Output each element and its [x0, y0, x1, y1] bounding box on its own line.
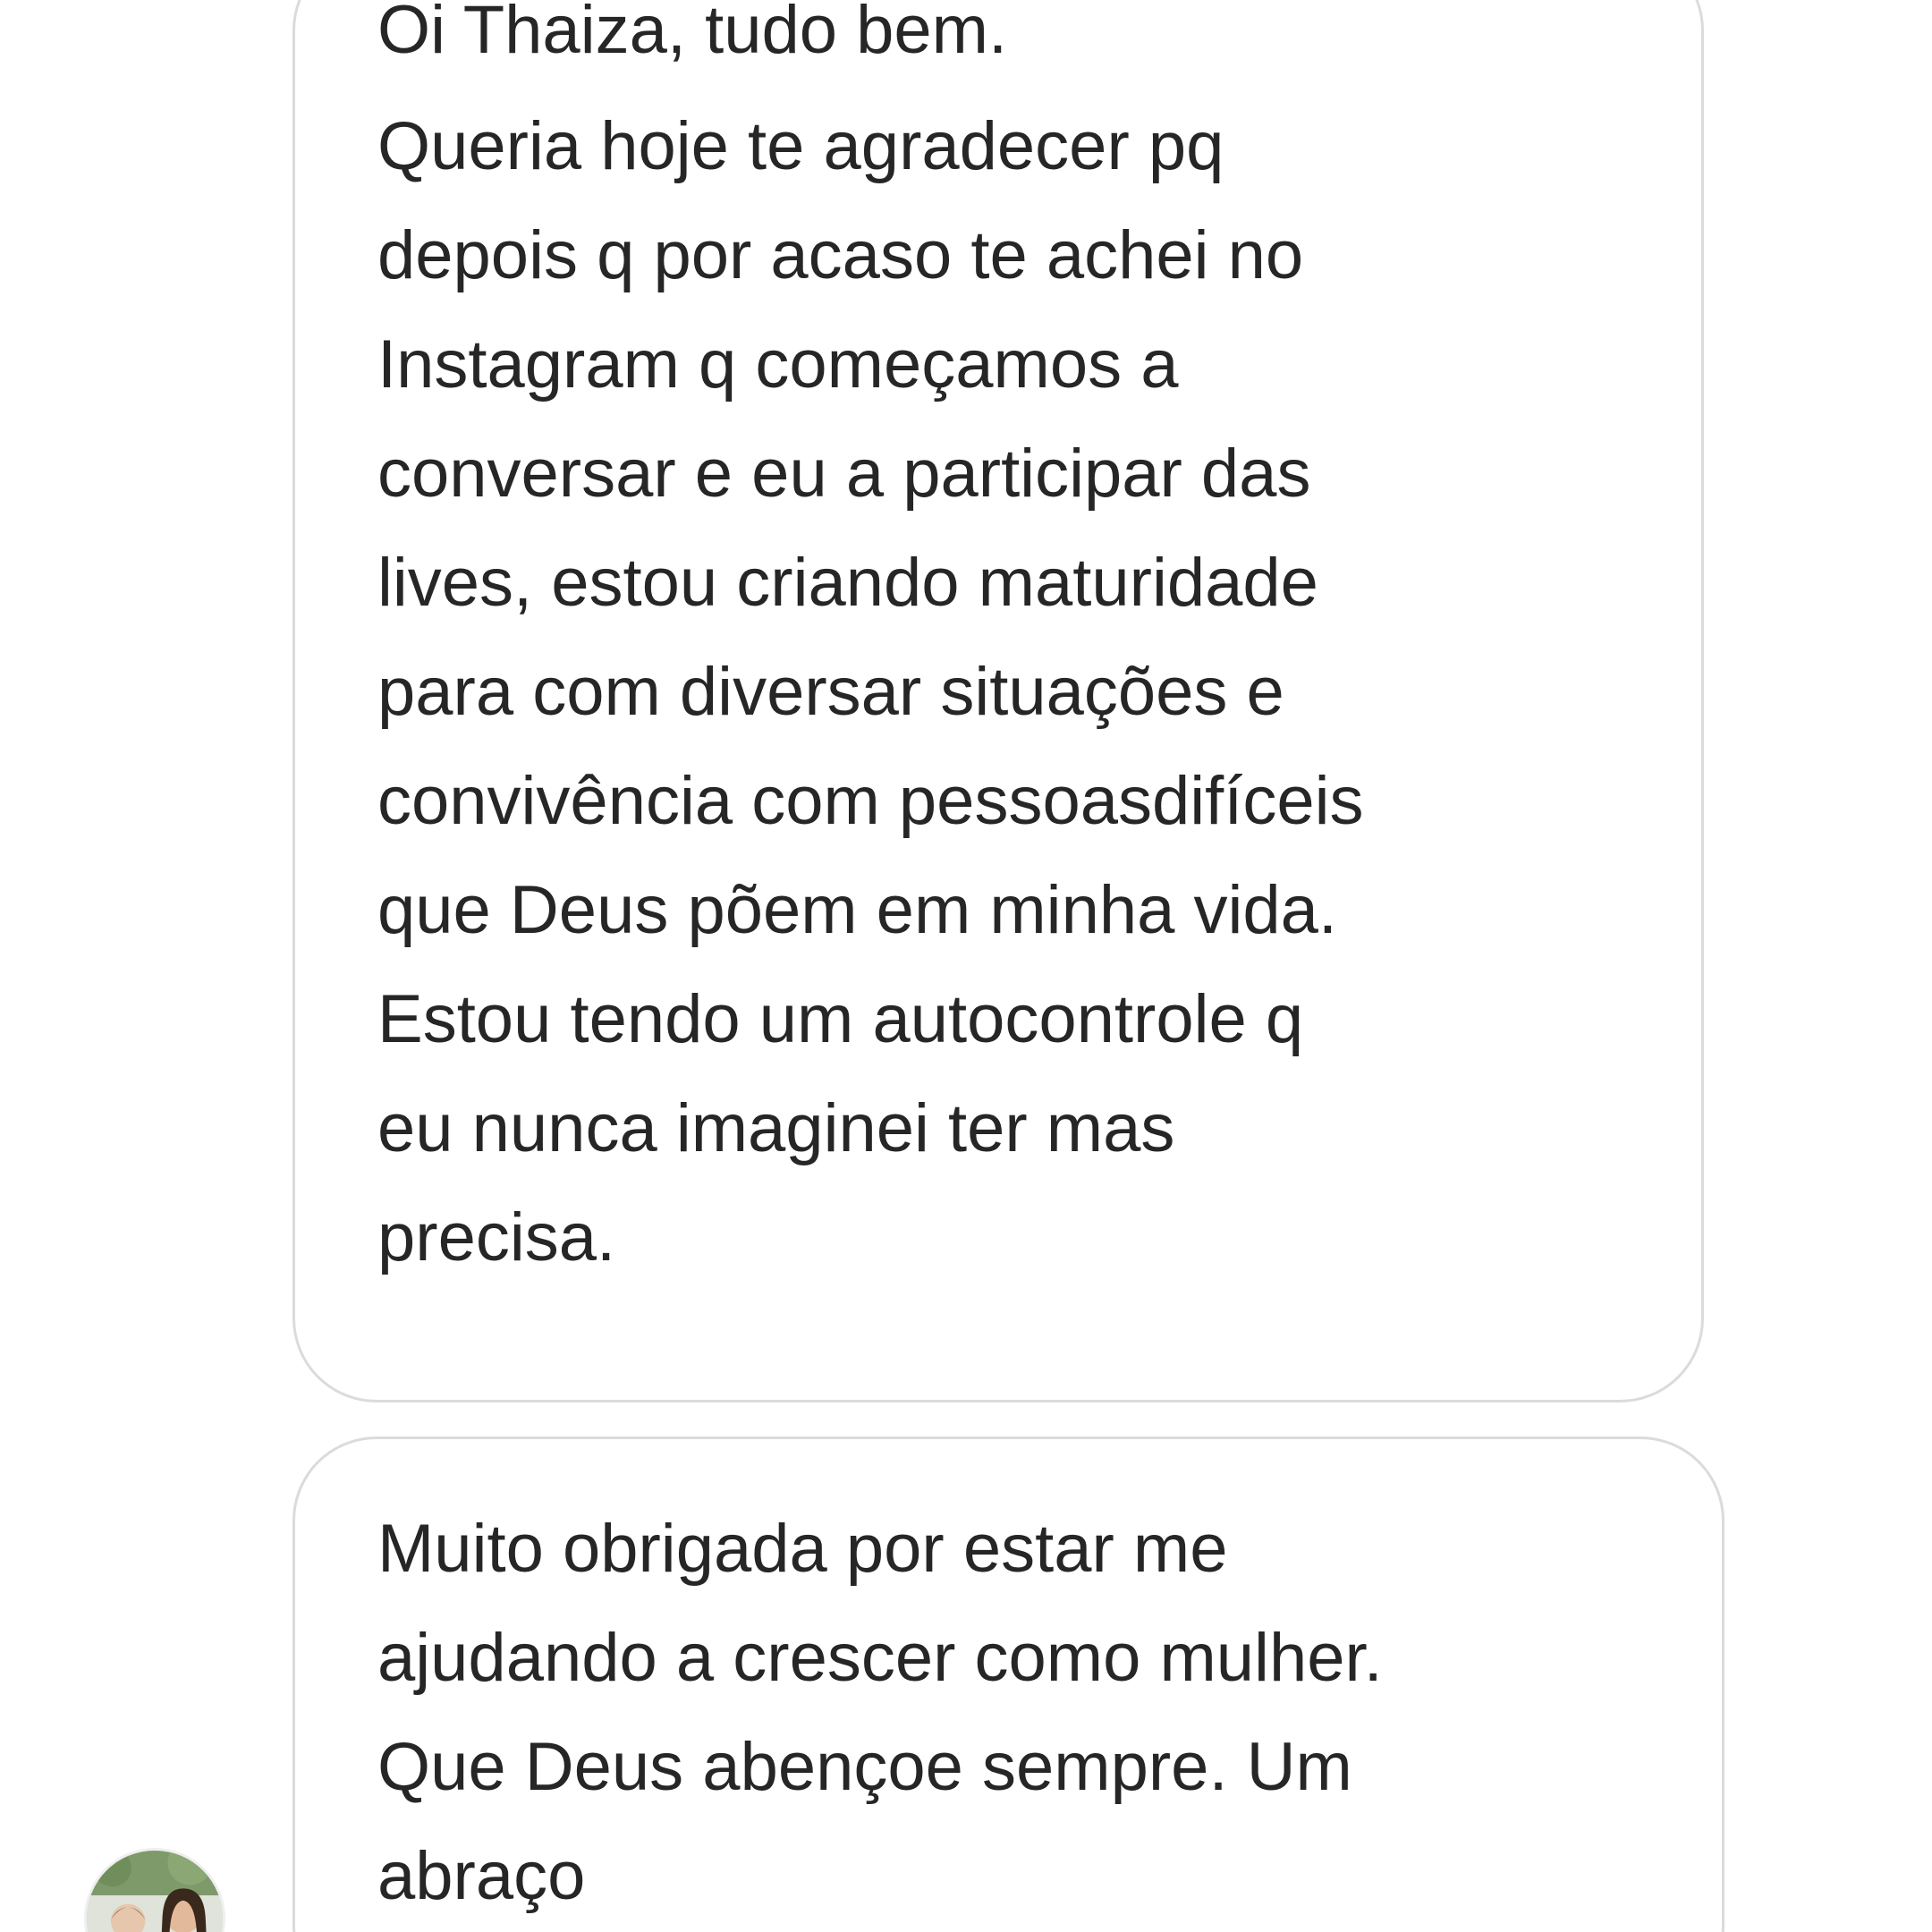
message-line: eu nunca imaginei ter mas [377, 1090, 1175, 1166]
message-line: lives, estou criando maturidade [377, 545, 1318, 621]
message-line: Instagram q começamos a [377, 326, 1179, 402]
message-line: Que Deus abençoe sempre. Um [377, 1729, 1352, 1805]
message-line: Oi Thaiza, tudo bem. [377, 0, 1008, 68]
message-line: depois q por acaso te achei no [377, 217, 1304, 293]
message-line: que Deus põem em minha vida. [377, 872, 1338, 948]
message-line: Estou tendo um autocontrole q [377, 981, 1304, 1057]
message-line: Muito obrigada por estar me [377, 1511, 1228, 1587]
message-line: abraço [377, 1838, 586, 1914]
profile-photo-icon [87, 1851, 223, 1932]
message-bubble[interactable]: Muito obrigada por estar me ajudando a c… [292, 1436, 1724, 1932]
message-line: ajudando a crescer como mulher. [377, 1620, 1383, 1696]
message-line: precisa. [377, 1199, 616, 1275]
message-line: conversar e eu a participar das [377, 436, 1311, 512]
message-line: Queria hoje te agradecer pq [377, 108, 1224, 184]
message-bubble[interactable]: Oi Thaiza, tudo bem. Queria hoje te agra… [292, 0, 1704, 1402]
sender-avatar[interactable] [84, 1848, 225, 1932]
dm-conversation: Oi Thaiza, tudo bem. Queria hoje te agra… [0, 0, 1932, 1932]
message-line: para com diversar situações e [377, 654, 1284, 730]
message-line: convivência com pessoasdifíceis [377, 763, 1364, 839]
